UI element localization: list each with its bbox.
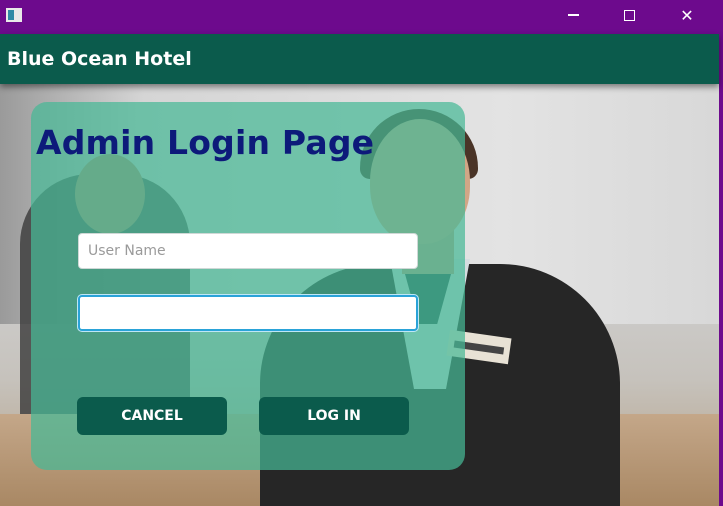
- page-title: Admin Login Page: [36, 123, 375, 162]
- minimize-icon: [567, 14, 579, 16]
- login-button[interactable]: LOG IN: [259, 397, 409, 435]
- maximize-button[interactable]: [606, 0, 652, 30]
- minimize-button[interactable]: [550, 0, 596, 30]
- login-card: Admin Login Page CANCEL LOG IN: [31, 102, 465, 470]
- close-button[interactable]: ✕: [664, 0, 710, 30]
- close-icon: ✕: [680, 5, 694, 25]
- app-title: Blue Ocean Hotel: [7, 48, 192, 70]
- app-header: Blue Ocean Hotel: [0, 34, 719, 84]
- cancel-button[interactable]: CANCEL: [77, 397, 227, 435]
- maximize-icon: [623, 9, 635, 21]
- window-border: [719, 34, 723, 506]
- password-input[interactable]: [78, 295, 418, 331]
- os-title-bar: ✕: [0, 0, 723, 34]
- app-window-icon: [6, 8, 22, 22]
- username-input[interactable]: [78, 233, 418, 269]
